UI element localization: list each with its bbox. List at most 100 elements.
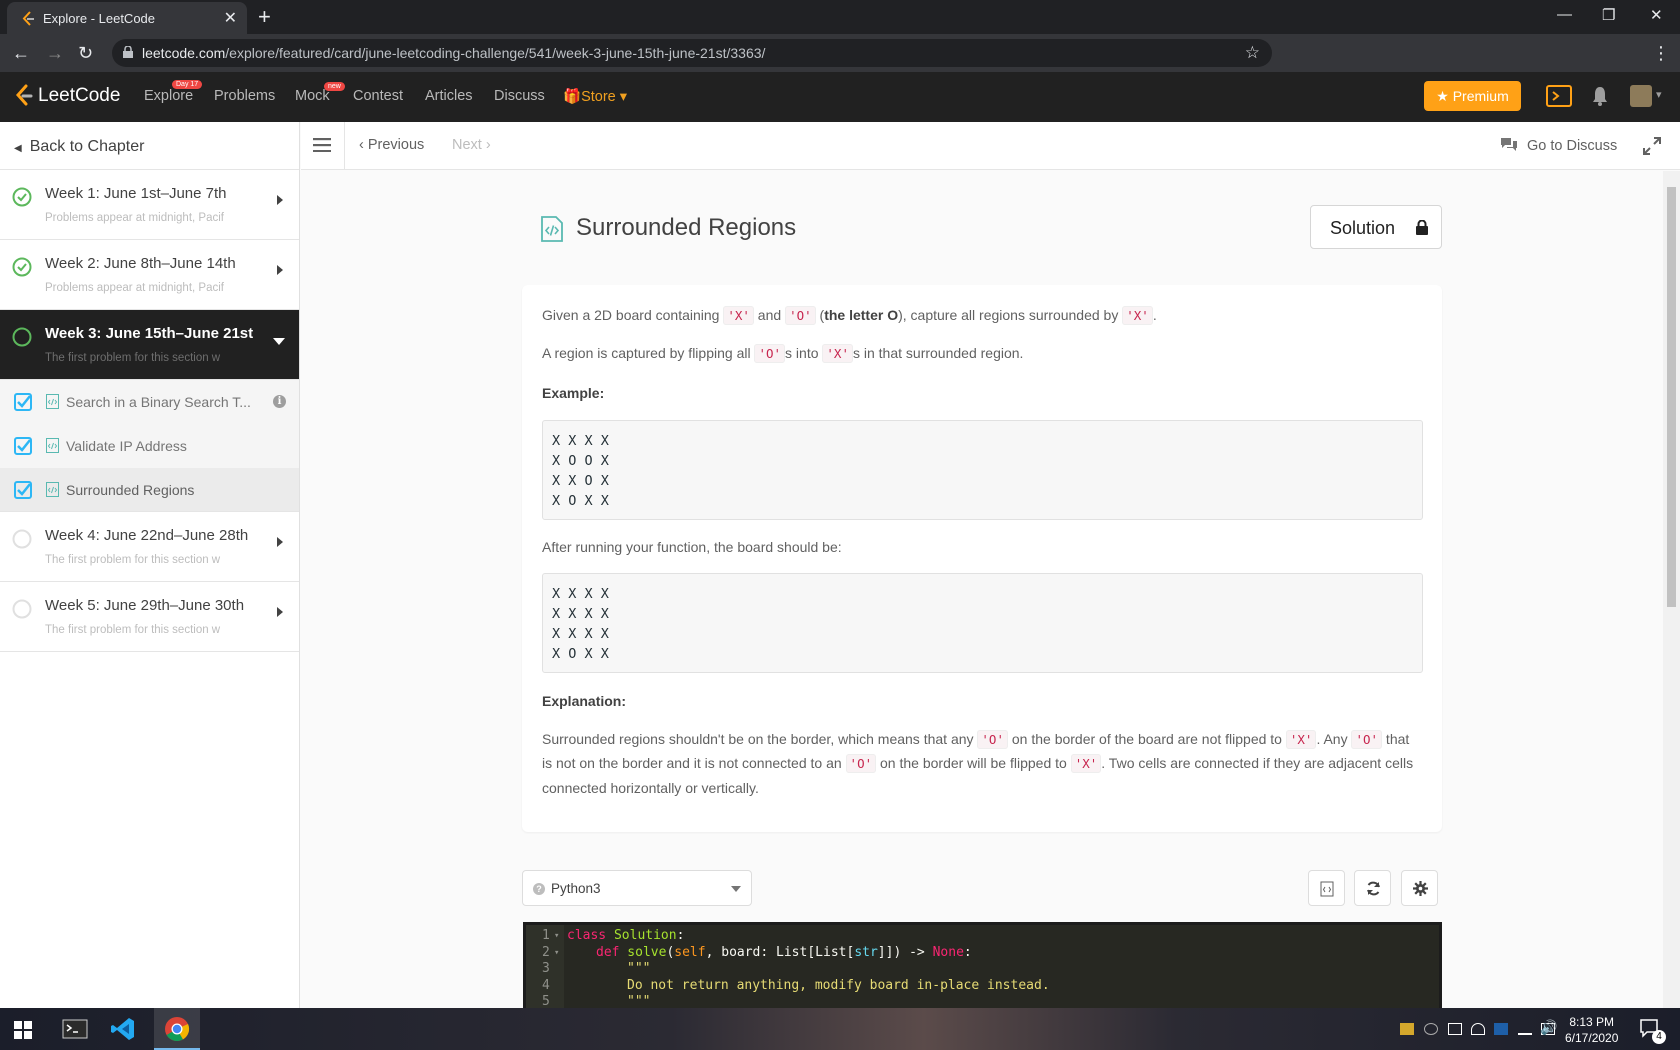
- chapter-week-5[interactable]: Week 5: June 29th–June 30th The first pr…: [0, 582, 299, 652]
- item-label: Search in a Binary Search T...: [66, 394, 251, 410]
- url-input[interactable]: leetcode.com/explore/featured/card/june-…: [112, 39, 1272, 67]
- sidebar-item-validate-ip[interactable]: Validate IP Address: [0, 424, 299, 468]
- fold-icon[interactable]: ▾: [554, 945, 559, 962]
- lock-icon: [123, 46, 133, 58]
- example-board-before: X X X X X O O X X X O X X O X X: [542, 420, 1423, 520]
- forward-icon[interactable]: →: [46, 43, 64, 64]
- caret-right-icon: [277, 607, 283, 617]
- volume-icon[interactable]: 🔊: [1540, 1019, 1557, 1036]
- reset-code-button[interactable]: [1354, 870, 1391, 906]
- nav-explore[interactable]: Explore: [144, 88, 193, 104]
- nav-contest[interactable]: Contest: [353, 88, 403, 104]
- gear-icon: [1413, 881, 1428, 896]
- clock-time: 8:13 PM: [1569, 1015, 1615, 1029]
- close-tab-icon[interactable]: ✕: [224, 8, 237, 28]
- reload-icon[interactable]: ↻: [78, 43, 93, 64]
- avatar-dropdown-icon[interactable]: ▾: [1656, 88, 1662, 101]
- nav-problems[interactable]: Problems: [214, 88, 275, 104]
- chapter-subtitle: The first problem for this section w: [45, 624, 221, 636]
- code-editor[interactable]: 1 ▾ 2 ▾ 3 4 5 class Solution: def solve(se…: [523, 922, 1442, 1008]
- check-circle-icon: [12, 257, 32, 277]
- sidebar-item-surrounded-regions[interactable]: Surrounded Regions: [0, 468, 299, 512]
- code-line-5: """: [627, 994, 651, 1008]
- line-number: 2: [542, 944, 550, 960]
- question-content: Surrounded Regions Solution Given a 2D b…: [301, 171, 1663, 1008]
- restore-icon[interactable]: ❐: [1602, 6, 1615, 24]
- back-to-chapter-label: Back to Chapter: [29, 138, 145, 155]
- nav-discuss[interactable]: Discuss: [494, 88, 545, 104]
- browser-tab-bar: Explore - LeetCode ✕ + — ❐ ✕: [0, 0, 1680, 34]
- leetcode-logo[interactable]: LeetCode: [14, 84, 120, 108]
- close-window-icon[interactable]: ✕: [1650, 6, 1663, 24]
- previous-button[interactable]: ‹ Previous: [359, 137, 424, 153]
- item-label: Surrounded Regions: [66, 482, 195, 498]
- caret-right-icon: [277, 195, 283, 205]
- chrome-icon[interactable]: [164, 1016, 190, 1042]
- lock-icon: [1416, 220, 1428, 235]
- question-title: Surrounded Regions: [576, 214, 797, 241]
- code-document-icon: [46, 438, 59, 453]
- bookmark-star-icon[interactable]: ☆: [1245, 43, 1260, 63]
- system-clock[interactable]: 8:13 PM 6/17/2020: [1565, 1014, 1618, 1046]
- hamburger-menu-icon[interactable]: [313, 138, 331, 152]
- nav-articles[interactable]: Articles: [425, 88, 473, 104]
- vscode-icon[interactable]: [110, 1016, 136, 1042]
- terminal-icon[interactable]: [62, 1016, 88, 1042]
- next-button[interactable]: Next ›: [452, 137, 491, 153]
- explanation-heading: Explanation:: [542, 693, 627, 709]
- premium-button[interactable]: ★ Premium: [1424, 81, 1521, 111]
- onedrive-icon[interactable]: [1471, 1023, 1485, 1035]
- toolbar-divider: [344, 122, 345, 170]
- url-text: leetcode.com/explore/featured/card/june-…: [142, 45, 766, 61]
- scrollbar-thumb[interactable]: [1667, 187, 1676, 607]
- new-tab-icon[interactable]: +: [258, 4, 271, 30]
- caret-right-icon: [277, 537, 283, 547]
- playground-icon[interactable]: [1546, 85, 1572, 107]
- nav-mock[interactable]: Mock: [295, 88, 330, 104]
- go-to-discuss-link[interactable]: Go to Discuss: [1499, 137, 1617, 154]
- chapter-sidebar: ◀ Back to Chapter Week 1: June 1st–June 7…: [0, 122, 300, 1008]
- info-icon[interactable]: i: [273, 395, 286, 408]
- mock-new-badge: new: [324, 82, 345, 91]
- page-scrollbar[interactable]: [1663, 171, 1680, 1008]
- browser-tab[interactable]: Explore - LeetCode ✕: [7, 2, 247, 34]
- leetcode-favicon-icon: [22, 11, 34, 26]
- caret-down-icon: [731, 886, 741, 892]
- code-line-1: class Solution:: [567, 928, 685, 943]
- language-value: Python3: [551, 881, 601, 896]
- line-number: 3: [542, 961, 550, 976]
- chapter-subtitle: The first problem for this section w: [45, 554, 221, 566]
- tray-shield-icon[interactable]: [1448, 1023, 1462, 1035]
- windows-start-icon[interactable]: [14, 1021, 32, 1039]
- notification-bell-icon[interactable]: [1592, 86, 1608, 106]
- chrome-menu-icon[interactable]: ⋮: [1652, 43, 1670, 64]
- chapter-week-4[interactable]: Week 4: June 22nd–June 28th The first pr…: [0, 512, 299, 582]
- line-number: 4: [542, 977, 550, 993]
- tray-app-icon[interactable]: [1400, 1023, 1414, 1035]
- nav-store[interactable]: 🎁Store ▾: [563, 88, 627, 105]
- editor-settings-button[interactable]: [1401, 870, 1438, 906]
- minimize-icon[interactable]: —: [1557, 6, 1572, 23]
- tray-sync-icon[interactable]: [1424, 1023, 1438, 1035]
- chapter-week-2[interactable]: Week 2: June 8th–June 14th Problems appe…: [0, 240, 299, 310]
- language-select[interactable]: ? Python3: [522, 870, 752, 906]
- tray-monitor-icon[interactable]: [1494, 1023, 1508, 1035]
- sidebar-item-search-bst[interactable]: Search in a Binary Search T... i: [0, 380, 299, 424]
- network-icon[interactable]: [1518, 1023, 1532, 1035]
- fold-icon[interactable]: ▾: [554, 928, 559, 945]
- question-description-card: Given a 2D board containing 'X' and 'O' …: [522, 285, 1442, 832]
- description-paragraph-2: A region is captured by flipping all 'O'…: [542, 344, 1024, 363]
- chapter-week-3[interactable]: Week 3: June 15th–June 21st The first pr…: [0, 310, 299, 380]
- solution-button[interactable]: Solution: [1310, 205, 1442, 249]
- caret-down-icon: [273, 338, 285, 345]
- back-to-chapter-link[interactable]: ◀ Back to Chapter: [0, 122, 299, 170]
- solution-label: Solution: [1330, 218, 1396, 238]
- chapter-title: Week 5: June 29th–June 30th: [45, 597, 245, 614]
- chevron-right-icon: ›: [481, 137, 491, 153]
- user-avatar[interactable]: [1630, 85, 1652, 107]
- chapter-week-1[interactable]: Week 1: June 1st–June 7th Problems appea…: [0, 170, 299, 240]
- help-icon: ?: [533, 883, 545, 895]
- back-icon[interactable]: ←: [12, 43, 30, 64]
- fullscreen-expand-icon[interactable]: [1643, 137, 1661, 155]
- code-file-button[interactable]: [1308, 870, 1345, 906]
